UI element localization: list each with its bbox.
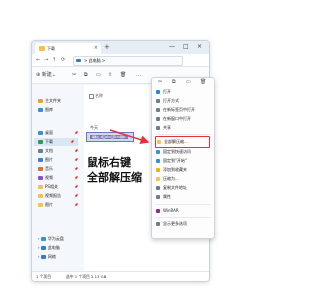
new-tab-icon xyxy=(156,108,160,112)
caption-line-1: 鼠标右键 xyxy=(87,156,131,169)
menu-item-winrar[interactable]: WinRAR xyxy=(152,206,214,216)
cut-icon[interactable]: ✂ xyxy=(158,79,162,85)
menu-item-share[interactable]: 共享 xyxy=(152,123,214,133)
delete-icon[interactable]: 🗑 xyxy=(200,79,206,85)
open-with-icon xyxy=(156,99,160,103)
menu-item-properties[interactable]: 属性 xyxy=(152,192,214,202)
zip-folder-icon xyxy=(157,140,161,144)
context-menu: ✂ ⧉ ▭ 🗑 打开 打开方式 在新标签页中打开 在新窗口中打开 共享 全部解压… xyxy=(151,77,215,239)
context-menu-quick-actions: ✂ ⧉ ▭ 🗑 xyxy=(152,78,214,87)
menu-separator xyxy=(155,134,211,135)
share-icon xyxy=(156,126,160,130)
open-icon xyxy=(156,90,160,94)
star-icon xyxy=(156,168,160,172)
properties-icon xyxy=(156,195,160,199)
pin-start-icon xyxy=(156,159,160,163)
winrar-icon xyxy=(156,209,160,213)
copy-icon[interactable]: ⧉ xyxy=(172,79,176,85)
new-window-icon xyxy=(156,117,160,121)
pin-icon xyxy=(156,150,160,154)
more-options-icon xyxy=(156,222,160,226)
rename-icon[interactable]: ▭ xyxy=(186,79,191,85)
annotation-caption: 鼠标右键 全部解压缩 xyxy=(87,155,142,185)
menu-separator xyxy=(155,217,211,218)
compress-icon xyxy=(156,177,160,181)
caption-line-2: 全部解压缩 xyxy=(87,171,142,184)
menu-separator xyxy=(155,204,211,205)
arrow-line xyxy=(109,129,150,145)
menu-item-show-more[interactable]: 显示更多选项 xyxy=(152,219,214,229)
copy-path-icon xyxy=(156,186,160,190)
